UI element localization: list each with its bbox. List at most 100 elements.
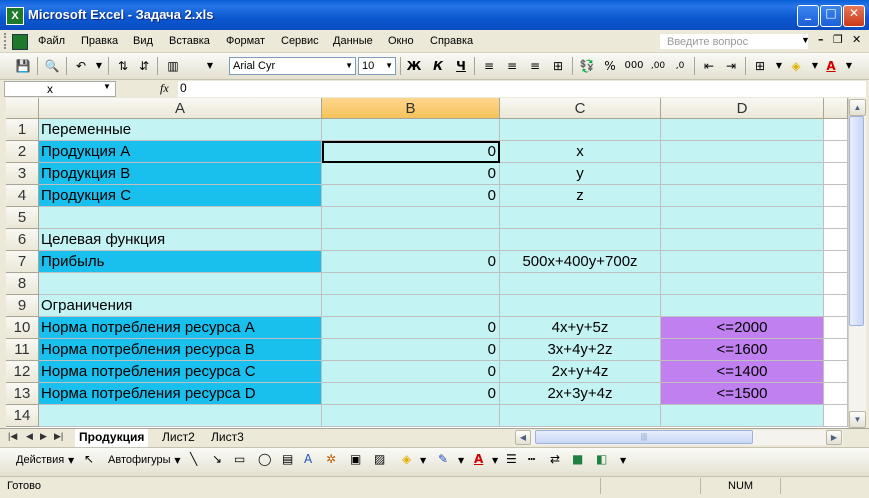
menu-help[interactable]: Справка	[430, 35, 473, 47]
formula-input[interactable]: 0	[178, 81, 866, 97]
column-header-b[interactable]: B	[322, 98, 500, 119]
cell-d3[interactable]	[661, 163, 824, 185]
font-size-select[interactable]: 10 ▼	[358, 57, 396, 75]
diagram-icon[interactable]: ✲	[326, 452, 336, 466]
help-search-input[interactable]: Введите вопрос	[660, 34, 808, 49]
horizontal-scroll-thumb[interactable]: |||	[535, 430, 753, 444]
cell-c5[interactable]	[500, 207, 661, 229]
percent-button[interactable]: %	[601, 57, 619, 75]
cell-e9[interactable]	[824, 295, 848, 317]
cell-b11[interactable]: 0	[322, 339, 500, 361]
cell-c14[interactable]	[500, 405, 661, 427]
cell-b13[interactable]: 0	[322, 383, 500, 405]
cell-a8[interactable]	[39, 273, 322, 295]
cell-a14[interactable]	[39, 405, 322, 427]
last-sheet-icon[interactable]: ▶|	[54, 431, 63, 442]
prev-sheet-icon[interactable]: ◀	[26, 431, 33, 442]
cell-b7[interactable]: 0	[322, 251, 500, 273]
cell-a9[interactable]: Ограничения	[39, 295, 322, 317]
cell-c9[interactable]	[500, 295, 661, 317]
row-header[interactable]: 2	[6, 141, 39, 163]
cell-e1[interactable]	[824, 119, 848, 141]
cell-b1[interactable]	[322, 119, 500, 141]
next-sheet-icon[interactable]: ▶	[40, 431, 47, 442]
row-header[interactable]: 5	[6, 207, 39, 229]
cell-a10[interactable]: Норма потребления ресурса A	[39, 317, 322, 339]
column-header-e[interactable]	[824, 98, 848, 119]
cell-d10[interactable]: <=2000	[661, 317, 824, 339]
column-header-a[interactable]: A	[39, 98, 322, 119]
cell-b10[interactable]: 0	[322, 317, 500, 339]
maximize-button[interactable]: □	[820, 5, 842, 27]
cell-d7[interactable]	[661, 251, 824, 273]
cell-b6[interactable]	[322, 229, 500, 251]
cell-a6[interactable]: Целевая функция	[39, 229, 322, 251]
cell-b8[interactable]	[322, 273, 500, 295]
select-all-corner[interactable]	[6, 98, 39, 119]
autoshapes-menu[interactable]: Автофигуры ▼	[108, 452, 181, 466]
cell-c3[interactable]: y	[500, 163, 661, 185]
arrow-style-icon[interactable]: ⇄	[550, 452, 560, 466]
cell-a12[interactable]: Норма потребления ресурса C	[39, 361, 322, 383]
bold-button[interactable]: Ж	[405, 57, 423, 75]
cell-e11[interactable]	[824, 339, 848, 361]
increase-decimal-button[interactable]: ,00	[648, 57, 668, 75]
sheet-tab-produktsiya[interactable]: Продукция	[75, 429, 149, 447]
cell-e6[interactable]	[824, 229, 848, 251]
vertical-scroll-thumb[interactable]	[849, 116, 864, 326]
chevron-down-icon[interactable]: ▼	[458, 456, 464, 465]
cell-c1[interactable]	[500, 119, 661, 141]
cell-d8[interactable]	[661, 273, 824, 295]
cell-c2[interactable]: x	[500, 141, 661, 163]
cell-e4[interactable]	[824, 185, 848, 207]
row-header[interactable]: 8	[6, 273, 39, 295]
cell-a7[interactable]: Прибыль	[39, 251, 322, 273]
chevron-down-icon[interactable]: ▼	[420, 456, 426, 465]
toolbar-options-icon[interactable]: ▼	[205, 57, 215, 75]
cell-d5[interactable]	[661, 207, 824, 229]
cell-d9[interactable]	[661, 295, 824, 317]
cell-d13[interactable]: <=1500	[661, 383, 824, 405]
scroll-left-icon[interactable]: ◀	[515, 430, 531, 445]
cell-e2[interactable]	[824, 141, 848, 163]
cell-d2[interactable]	[661, 141, 824, 163]
cell-d12[interactable]: <=1400	[661, 361, 824, 383]
underline-button[interactable]: Ч	[452, 57, 470, 75]
menu-file[interactable]: Файл	[38, 35, 65, 47]
cell-b9[interactable]	[322, 295, 500, 317]
font-color-icon[interactable]: A	[822, 57, 840, 75]
cell-a3[interactable]: Продукция B	[39, 163, 322, 185]
shadow-style-icon[interactable]: ■	[572, 452, 583, 466]
menu-data[interactable]: Данные	[333, 35, 373, 47]
decrease-indent-icon[interactable]: ⇤	[700, 57, 718, 75]
row-header[interactable]: 1	[6, 119, 39, 141]
select-objects-icon[interactable]: ↖	[84, 452, 94, 466]
cell-d4[interactable]	[661, 185, 824, 207]
column-header-c[interactable]: C	[500, 98, 661, 119]
fx-icon[interactable]: fx	[160, 81, 169, 96]
row-header[interactable]: 13	[6, 383, 39, 405]
spreadsheet-grid[interactable]: A B C D 1 Переменные 2 Продукция A 0 x 3 Продук…	[6, 98, 848, 428]
undo-icon[interactable]: ↶	[72, 57, 90, 75]
cell-d11[interactable]: <=1600	[661, 339, 824, 361]
cell-c7[interactable]: 500x+400y+700z	[500, 251, 661, 273]
row-header[interactable]: 14	[6, 405, 39, 427]
clipart-icon[interactable]: ▣	[350, 452, 361, 466]
align-center-icon[interactable]: ≡	[503, 57, 521, 75]
cell-b12[interactable]: 0	[322, 361, 500, 383]
line-style-icon[interactable]: ☰	[506, 452, 517, 466]
cell-a1[interactable]: Переменные	[39, 119, 322, 141]
cell-e14[interactable]	[824, 405, 848, 427]
cell-c10[interactable]: 4x+y+5z	[500, 317, 661, 339]
menu-view[interactable]: Вид	[133, 35, 153, 47]
cell-d14[interactable]	[661, 405, 824, 427]
cell-c11[interactable]: 3x+4y+2z	[500, 339, 661, 361]
cell-e12[interactable]	[824, 361, 848, 383]
cell-e8[interactable]	[824, 273, 848, 295]
increase-indent-icon[interactable]: ⇥	[722, 57, 740, 75]
cell-e13[interactable]	[824, 383, 848, 405]
dash-style-icon[interactable]: ┅	[528, 452, 535, 466]
arrow-icon[interactable]: ↘	[212, 452, 222, 466]
undo-dropdown-icon[interactable]: ▼	[90, 57, 108, 75]
cell-a4[interactable]: Продукция C	[39, 185, 322, 207]
